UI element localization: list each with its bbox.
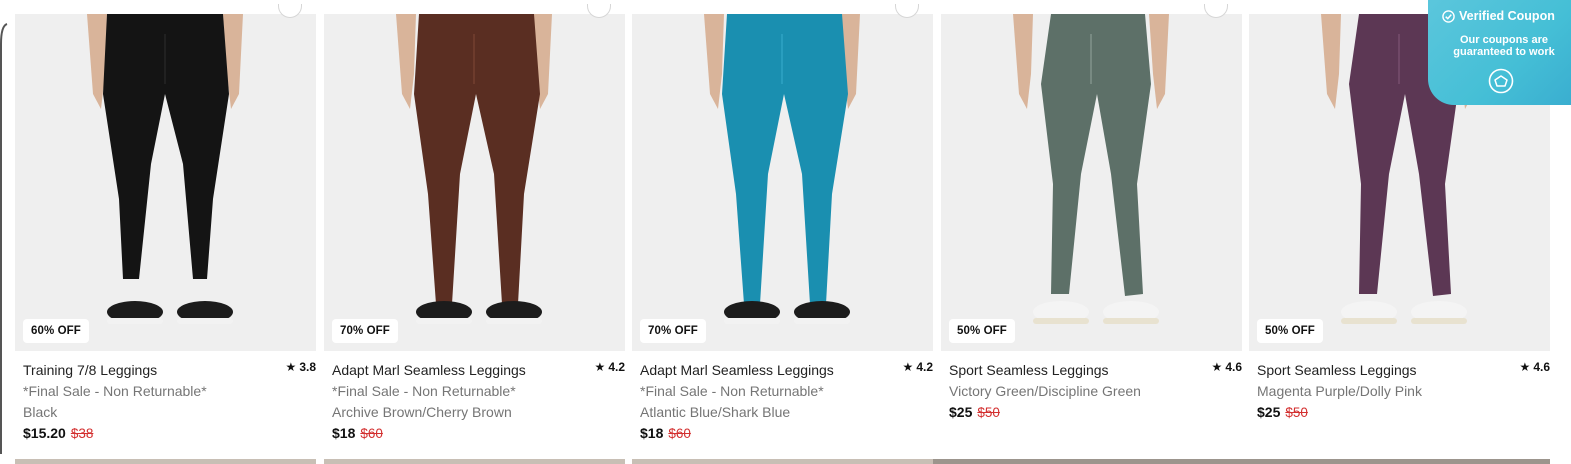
discount-badge: 70% OFF [332,319,398,343]
product-title[interactable]: Adapt Marl Seamless Leggings [640,362,834,378]
product-price: $18 $60 [640,425,691,441]
rating-value: 4.2 [916,360,933,374]
product-card[interactable]: 70% OFF Adapt Marl Seamless Leggings ★ 4.… [632,4,933,464]
sale-price: $18 [640,425,664,441]
sale-price: $25 [1257,404,1281,420]
next-row-image-peek [324,459,625,464]
coupon-title: Verified Coupon [1459,9,1555,23]
leggings-illustration [15,14,316,351]
star-icon: ★ [902,360,914,374]
product-note: *Final Sale - Non Returnable* [23,383,207,399]
discount-badge: 50% OFF [949,319,1015,343]
sale-price: $18 [332,425,356,441]
discount-badge: 60% OFF [23,319,89,343]
next-row-image-peek [632,459,933,464]
product-title[interactable]: Training 7/8 Leggings [23,362,157,378]
next-row-image-peek [933,459,1550,464]
next-row-image-peek [15,459,316,464]
coupon-subtitle: Our coupons are guaranteed to work [1453,34,1555,58]
verified-coupon-banner[interactable]: Verified Coupon Our coupons are guarante… [1428,0,1571,105]
star-icon: ★ [1519,360,1531,374]
product-rating: ★ 4.6 [1520,360,1550,374]
product-image[interactable] [324,14,625,351]
rating-value: 4.2 [608,360,625,374]
product-image[interactable] [941,14,1242,351]
product-grid-page: 60% OFF Training 7/8 Leggings ★ 3.8 *Fina… [0,0,1571,464]
star-icon: ★ [594,360,606,374]
leggings-illustration [632,14,933,351]
rating-value: 3.8 [299,360,316,374]
product-note: Magenta Purple/Dolly Pink [1257,383,1422,399]
product-image[interactable] [15,14,316,351]
product-price: $25 $50 [949,404,1000,420]
product-rating: ★ 4.2 [595,360,625,374]
original-price: $38 [70,426,94,441]
product-grid: 60% OFF Training 7/8 Leggings ★ 3.8 *Fina… [15,4,1556,464]
star-icon: ★ [1211,360,1223,374]
scroll-edge-indicator [0,14,8,454]
product-card[interactable]: 50% OFF Sport Seamless Leggings ★ 4.6 Vic… [933,4,1550,464]
product-color: Archive Brown/Cherry Brown [332,404,512,420]
original-price: $60 [668,426,691,441]
leggings-illustration [324,14,625,351]
check-circle-icon [1442,9,1455,23]
original-price: $50 [1285,405,1308,420]
rating-value: 4.6 [1225,360,1242,374]
sale-price: $15.20 [23,425,66,441]
product-card[interactable]: 70% OFF Adapt Marl Seamless Leggings ★ 4.… [324,4,625,464]
leggings-illustration [941,14,1242,351]
product-rating: ★ 4.6 [1212,360,1242,374]
product-price: $15.20 $38 [23,425,93,441]
product-title[interactable]: Adapt Marl Seamless Leggings [332,362,526,378]
discount-badge: 70% OFF [640,319,706,343]
coupon-logo-icon [1488,68,1514,94]
product-card[interactable]: 60% OFF Training 7/8 Leggings ★ 3.8 *Fina… [15,4,316,464]
product-rating: ★ 4.2 [903,360,933,374]
product-note: Victory Green/Discipline Green [949,383,1141,399]
original-price: $50 [977,405,1000,420]
product-rating: ★ 3.8 [286,360,316,374]
product-title[interactable]: Sport Seamless Leggings [1257,362,1417,378]
product-title[interactable]: Sport Seamless Leggings [949,362,1109,378]
star-icon: ★ [285,360,297,374]
product-price: $18 $60 [332,425,383,441]
discount-badge: 50% OFF [1257,319,1323,343]
product-note: *Final Sale - Non Returnable* [640,383,824,399]
product-image[interactable] [632,14,933,351]
rating-value: 4.6 [1533,360,1550,374]
sale-price: $25 [949,404,973,420]
product-price: $25 $50 [1257,404,1308,420]
product-color: Black [23,404,58,420]
product-color: Atlantic Blue/Shark Blue [640,404,791,420]
coupon-header: Verified Coupon [1442,9,1555,23]
product-note: *Final Sale - Non Returnable* [332,383,516,399]
original-price: $60 [360,426,383,441]
